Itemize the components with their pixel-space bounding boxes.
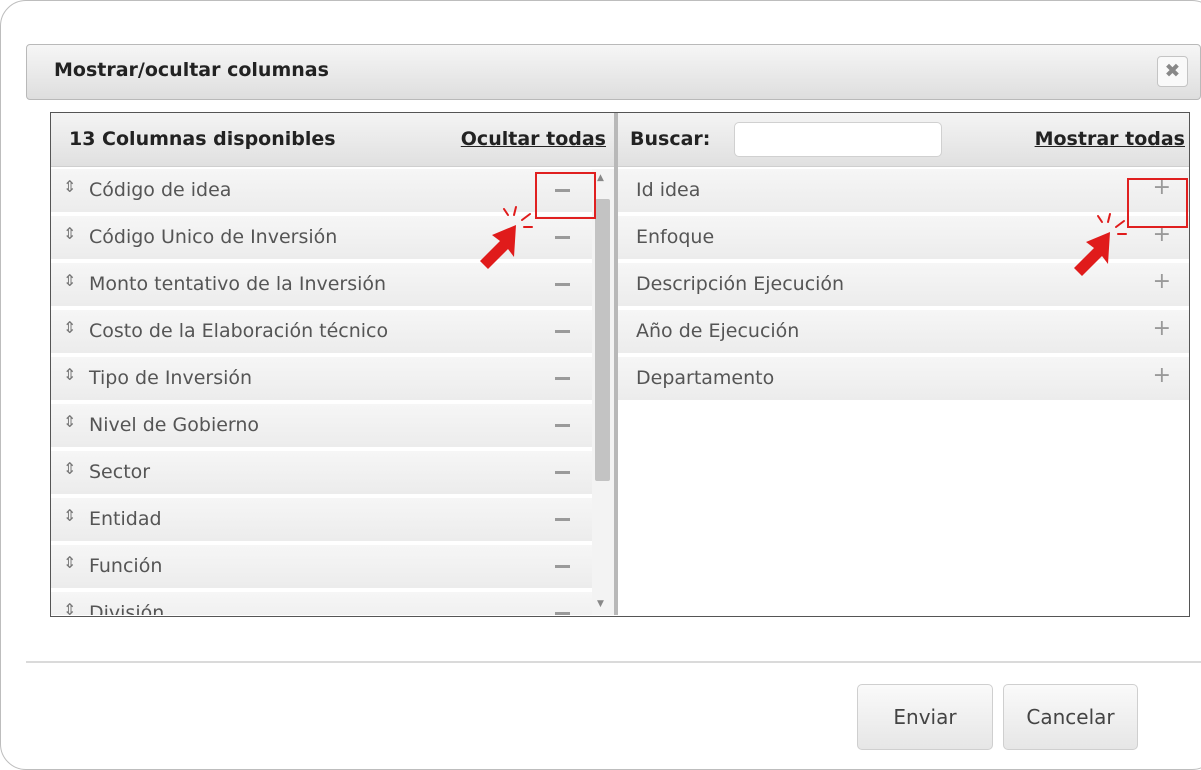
list-item[interactable]: Departamento + — [618, 357, 1189, 400]
hide-all-link[interactable]: Ocultar todas — [461, 128, 606, 150]
column-label: Función — [89, 555, 163, 577]
drag-handle-icon[interactable]: ⇕ — [63, 506, 76, 525]
hidden-columns-list: Id idea + Enfoque + Descripción Ejecución +… — [618, 169, 1189, 404]
cancel-button[interactable]: Cancelar — [1003, 684, 1138, 750]
available-columns-count: 13 Columnas disponibles — [69, 128, 336, 150]
column-label: Monto tentativo de la Inversión — [89, 273, 387, 295]
footer-divider — [26, 661, 1201, 663]
red-cursor-icon — [1074, 213, 1127, 276]
show-hide-columns-dialog: Mostrar/ocultar columnas ✖ 13 Columnas d… — [26, 34, 1201, 767]
remove-column-icon[interactable] — [555, 518, 570, 521]
column-label: Sector — [89, 461, 151, 483]
column-label: Id idea — [636, 179, 701, 201]
column-label: Código de idea — [89, 179, 232, 201]
hidden-columns-header: Buscar: Mostrar todas — [618, 113, 1189, 167]
submit-button[interactable]: Enviar — [857, 684, 993, 750]
drag-handle-icon[interactable]: ⇕ — [63, 177, 76, 196]
drag-handle-icon[interactable]: ⇕ — [63, 365, 76, 384]
list-scrollbar[interactable]: ▲ ▼ — [592, 169, 614, 615]
add-column-icon[interactable]: + — [1153, 316, 1171, 341]
remove-column-icon[interactable] — [555, 283, 570, 286]
show-all-link[interactable]: Mostrar todas — [1035, 128, 1185, 150]
drag-handle-icon[interactable]: ⇕ — [63, 318, 76, 337]
list-item[interactable]: ⇕ Entidad — [51, 498, 592, 541]
drag-handle-icon[interactable]: ⇕ — [63, 553, 76, 572]
list-item[interactable]: Id idea + — [618, 169, 1189, 212]
remove-column-icon[interactable] — [555, 612, 570, 615]
column-label: Año de Ejecución — [636, 320, 800, 342]
column-label: División — [89, 602, 165, 615]
remove-column-icon[interactable] — [555, 565, 570, 568]
red-cursor-icon — [480, 206, 533, 269]
column-label: Tipo de Inversión — [89, 367, 253, 389]
available-columns-header: 13 Columnas disponibles Ocultar todas — [51, 113, 614, 167]
column-label: Código Unico de Inversión — [89, 226, 338, 248]
column-label: Enfoque — [636, 226, 715, 248]
dialog-titlebar: Mostrar/ocultar columnas ✖ — [26, 44, 1201, 100]
list-item[interactable]: ⇕ Nivel de Gobierno — [51, 404, 592, 447]
scroll-down-icon[interactable]: ▼ — [597, 599, 604, 609]
remove-column-icon[interactable] — [555, 330, 570, 333]
drag-handle-icon[interactable]: ⇕ — [63, 459, 76, 478]
add-column-icon[interactable]: + — [1153, 269, 1171, 294]
hidden-columns-panel: Buscar: Mostrar todas Id idea + Enfoque + … — [618, 113, 1189, 615]
column-label: Descripción Ejecución — [636, 273, 845, 295]
column-label: Departamento — [636, 367, 775, 389]
list-item[interactable]: ⇕ Función — [51, 545, 592, 588]
list-item[interactable]: ⇕ Costo de la Elaboración técnico — [51, 310, 592, 353]
list-item[interactable]: ⇕ Sector — [51, 451, 592, 494]
drag-handle-icon[interactable]: ⇕ — [63, 600, 76, 615]
remove-column-icon[interactable] — [555, 377, 570, 380]
close-icon[interactable]: ✖ — [1157, 56, 1188, 87]
scroll-up-icon[interactable]: ▲ — [597, 173, 604, 183]
highlight-box-add — [1127, 178, 1188, 228]
search-label: Buscar: — [630, 128, 711, 150]
available-columns-panel: 13 Columnas disponibles Ocultar todas ⇕ C… — [51, 113, 614, 615]
columns-panels: 13 Columnas disponibles Ocultar todas ⇕ C… — [50, 112, 1190, 617]
list-item[interactable]: ⇕ Tipo de Inversión — [51, 357, 592, 400]
highlight-box-remove — [535, 172, 596, 219]
add-column-icon[interactable]: + — [1153, 363, 1171, 388]
remove-column-icon[interactable] — [555, 471, 570, 474]
scroll-thumb[interactable] — [595, 199, 610, 481]
dialog-title: Mostrar/ocultar columnas — [54, 59, 329, 81]
search-input[interactable] — [734, 122, 942, 157]
column-label: Costo de la Elaboración técnico — [89, 320, 389, 342]
drag-handle-icon[interactable]: ⇕ — [63, 224, 76, 243]
list-item[interactable]: ⇕ División — [51, 592, 592, 615]
drag-handle-icon[interactable]: ⇕ — [63, 271, 76, 290]
remove-column-icon[interactable] — [555, 236, 570, 239]
column-label: Nivel de Gobierno — [89, 414, 260, 436]
drag-handle-icon[interactable]: ⇕ — [63, 412, 76, 431]
column-label: Entidad — [89, 508, 162, 530]
list-item[interactable]: Año de Ejecución + — [618, 310, 1189, 353]
remove-column-icon[interactable] — [555, 424, 570, 427]
